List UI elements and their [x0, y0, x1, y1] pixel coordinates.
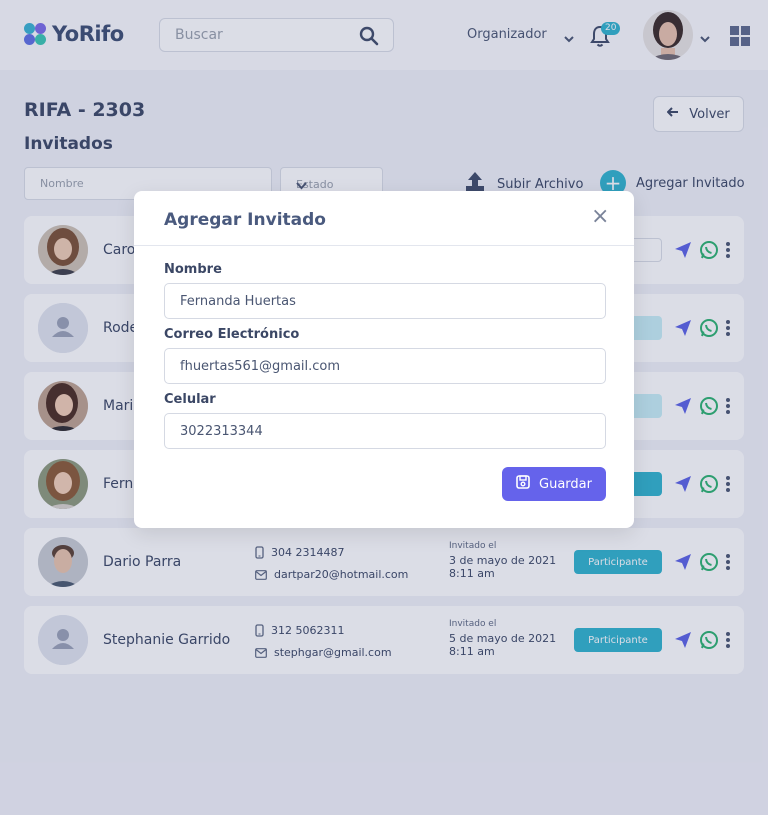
save-icon	[516, 475, 530, 493]
save-button-label: Guardar	[539, 476, 592, 492]
modal-divider	[134, 245, 634, 246]
modal-title: Agregar Invitado	[164, 210, 326, 230]
phone-label: Celular	[164, 392, 216, 407]
name-field[interactable]	[164, 283, 606, 319]
add-guest-modal: Agregar Invitado × Nombre Correo Electró…	[134, 191, 634, 528]
email-input[interactable]	[180, 359, 580, 374]
email-field[interactable]	[164, 348, 606, 384]
close-icon[interactable]: ×	[591, 206, 609, 228]
phone-field[interactable]	[164, 413, 606, 449]
email-label: Correo Electrónico	[164, 327, 300, 342]
name-label: Nombre	[164, 262, 222, 277]
save-button[interactable]: Guardar	[502, 467, 606, 501]
phone-input[interactable]	[180, 424, 580, 439]
name-input[interactable]	[180, 294, 580, 309]
